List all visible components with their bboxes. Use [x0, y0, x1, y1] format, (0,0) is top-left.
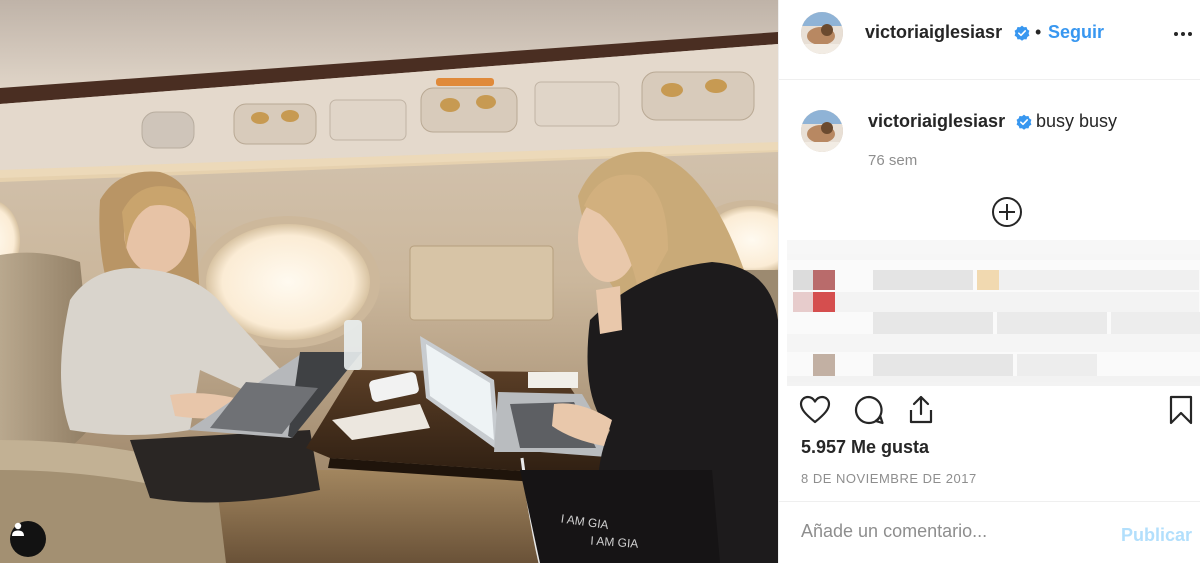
verified-badge-icon: [1016, 114, 1032, 130]
plus-circle-icon[interactable]: [991, 196, 1023, 228]
pixelated-region: [787, 240, 1200, 386]
separator-dot: •: [1035, 22, 1042, 42]
comment-bar: Publicar: [779, 501, 1200, 563]
heart-icon[interactable]: [799, 394, 831, 426]
post-header: victoriaiglesiasr • Seguir: [779, 0, 1200, 80]
verified-badge-icon: [1014, 25, 1030, 41]
caption-username-link[interactable]: victoriaiglesiasr: [868, 111, 1005, 132]
comment-input[interactable]: [801, 521, 1101, 542]
post-date: 8 DE NOVIEMBRE DE 2017: [801, 471, 977, 486]
publish-button[interactable]: Publicar: [1121, 525, 1192, 546]
bookmark-icon[interactable]: [1165, 394, 1197, 426]
post-time[interactable]: 76 sem: [868, 152, 917, 169]
post-side-panel: victoriaiglesiasr • Seguir victoriaigles…: [778, 0, 1200, 563]
likes-count[interactable]: 5.957 Me gusta: [801, 437, 929, 458]
caption-text: busy busy: [1036, 111, 1118, 131]
blurred-comments: [787, 240, 1200, 386]
user-tag-button[interactable]: [10, 521, 46, 557]
user-icon: [12, 522, 24, 536]
username-link[interactable]: victoriaiglesiasr: [865, 22, 1002, 43]
avatar-image: [801, 110, 843, 152]
share-icon[interactable]: [905, 394, 937, 426]
post-photo-illustration: I AM GIA I AM GIA: [0, 0, 778, 563]
post-photo[interactable]: I AM GIA I AM GIA: [0, 0, 778, 563]
caption-avatar[interactable]: [801, 110, 843, 152]
avatar[interactable]: [801, 12, 843, 54]
avatar-image: [801, 12, 843, 54]
action-bar: [779, 388, 1200, 436]
follow-button[interactable]: Seguir: [1048, 22, 1104, 43]
comment-icon[interactable]: [853, 394, 885, 426]
more-options-icon[interactable]: [1171, 22, 1195, 46]
